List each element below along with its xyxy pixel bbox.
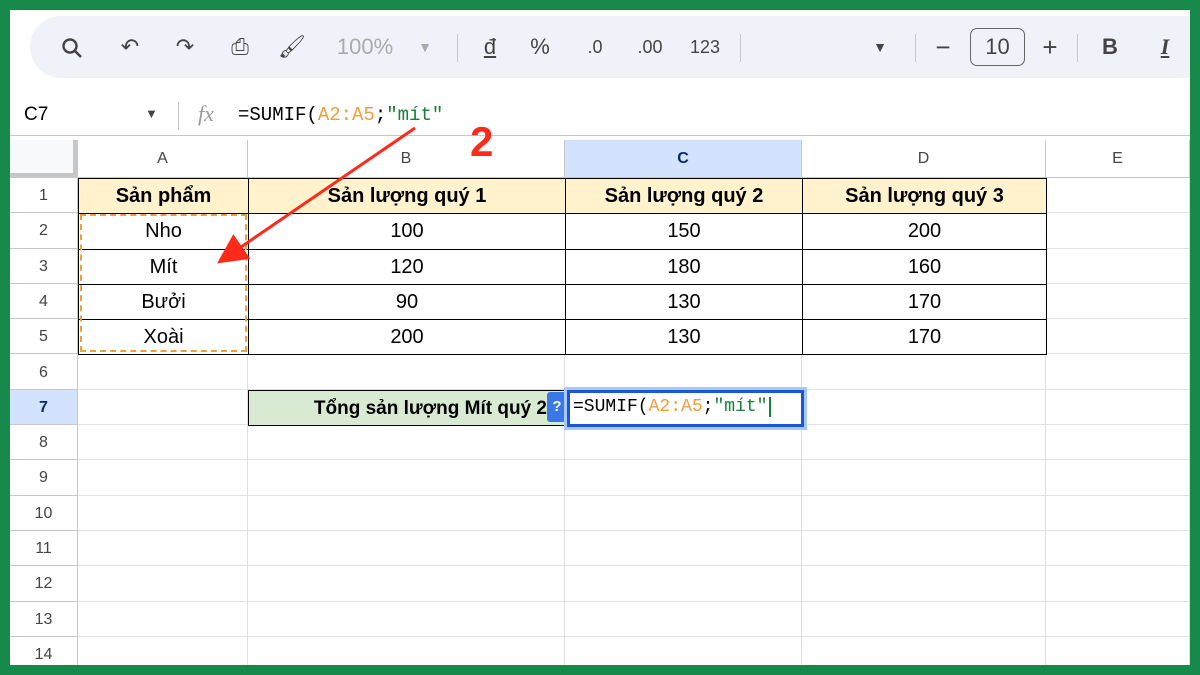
- annotation-step-number: 2: [470, 118, 494, 165]
- annotation-arrow: [217, 126, 416, 264]
- spreadsheet-window: ↶ ↷ ⎙ 🖌︎ 100% ▼ đ % .0 .00 123 ▼ − 10 + …: [10, 10, 1190, 665]
